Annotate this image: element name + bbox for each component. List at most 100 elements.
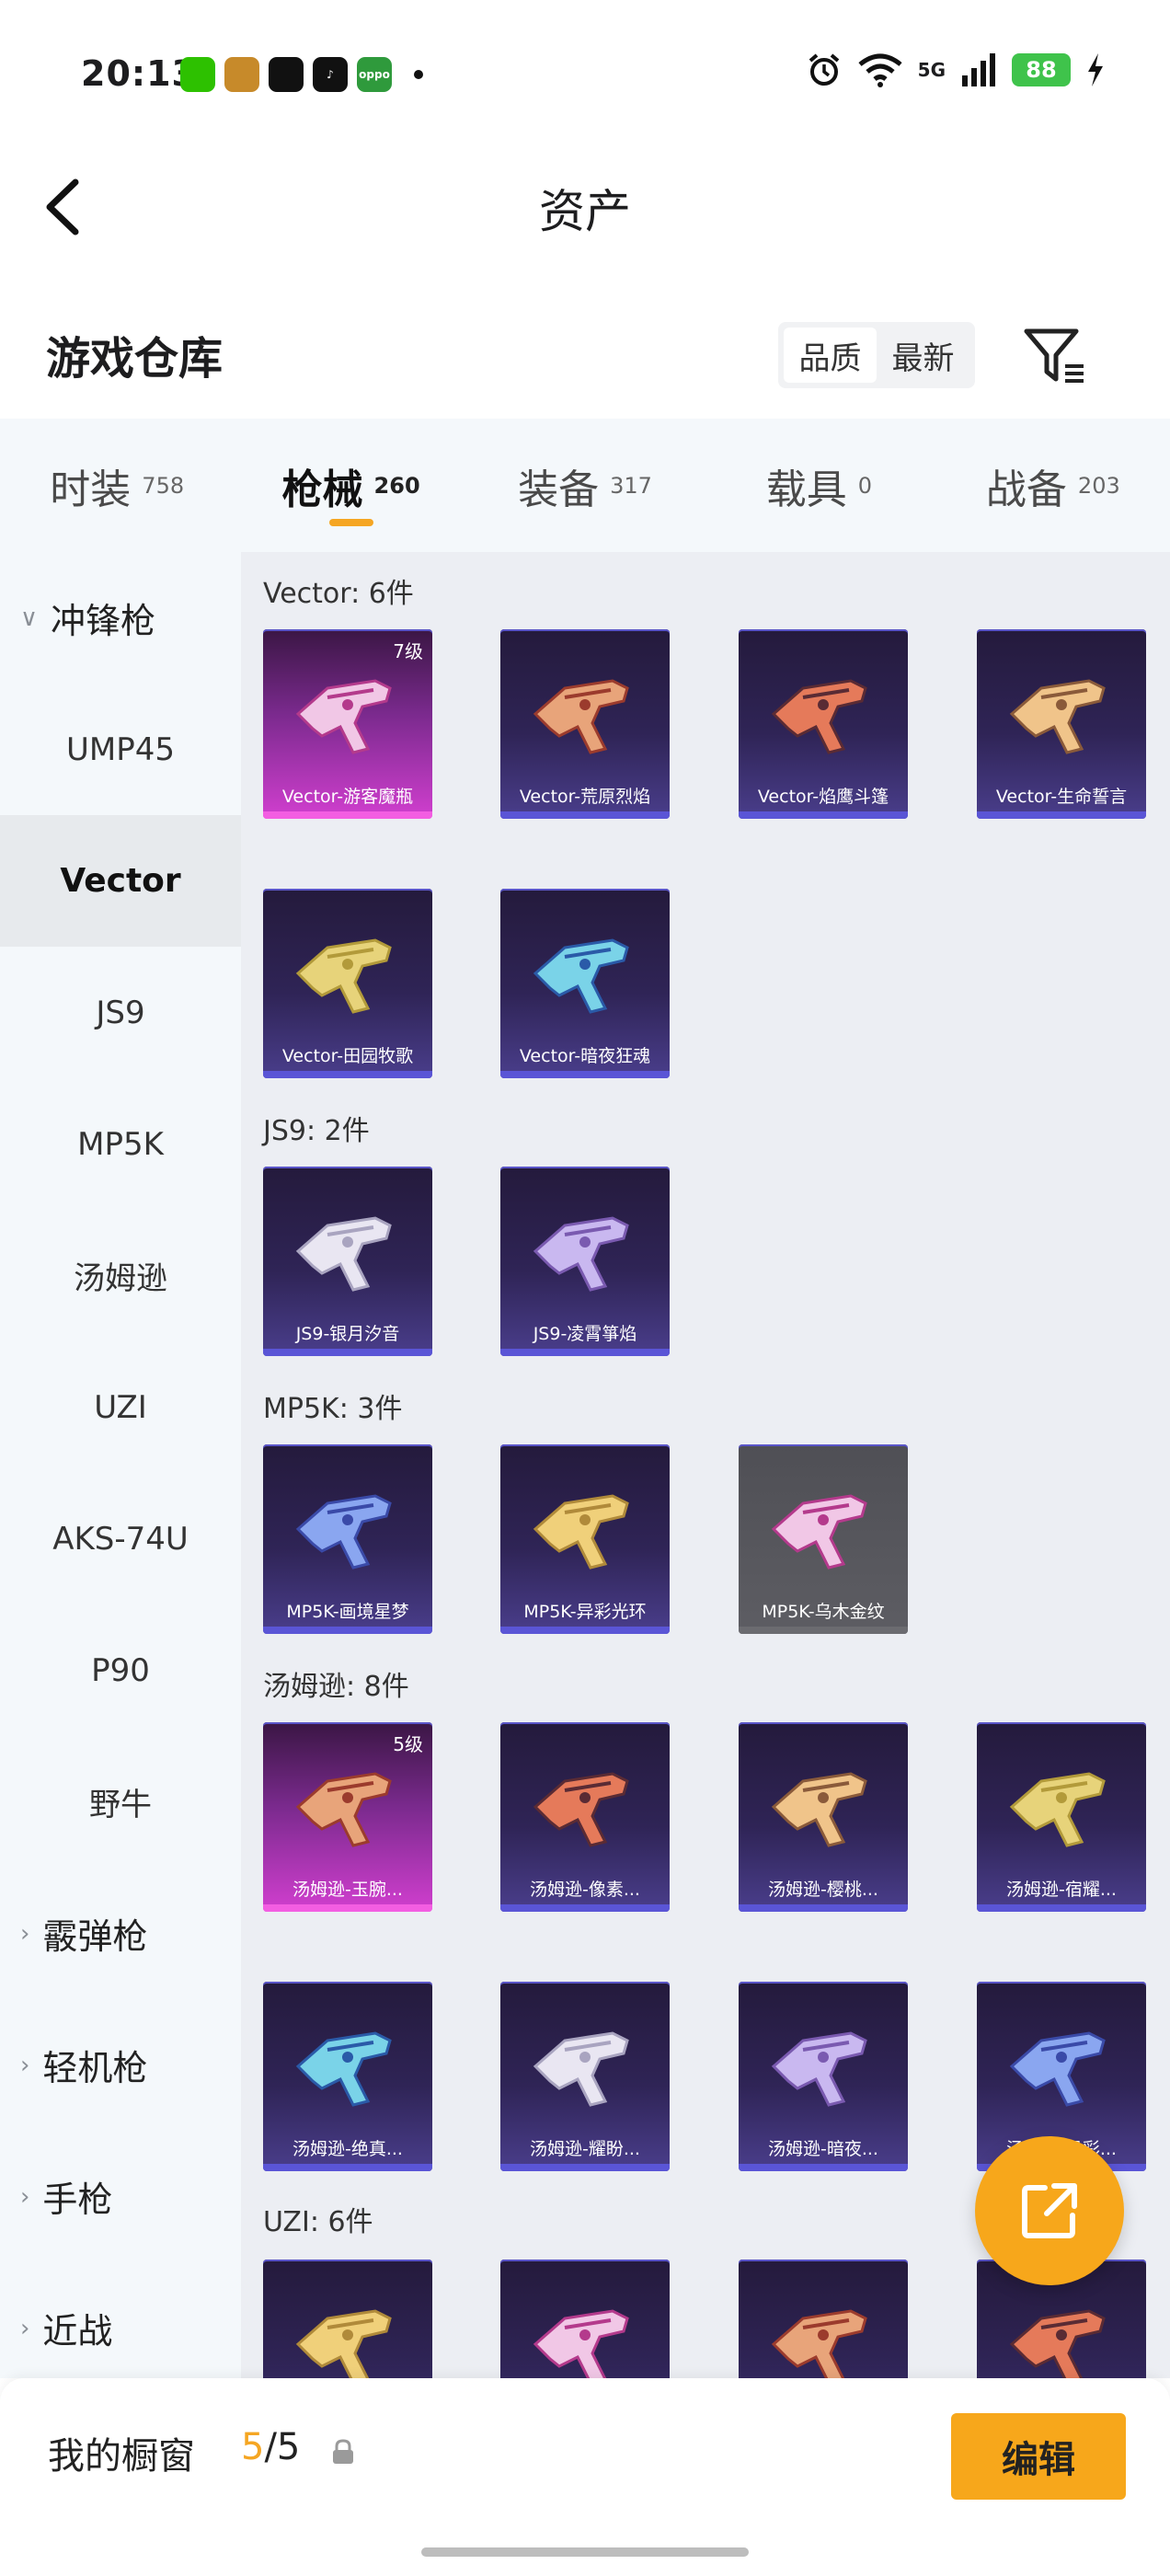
- weapon-skin-card[interactable]: Vector-暗夜狂魂: [500, 889, 670, 1078]
- showcase-count-current: 5: [241, 2426, 265, 2468]
- weapon-skin-card[interactable]: MP5K-异彩光环: [500, 1444, 670, 1634]
- tab-label: 枪械: [281, 466, 363, 513]
- sidebar-item[interactable]: 野牛: [0, 1736, 241, 1868]
- weapon-skin-card[interactable]: 汤姆逊-绝真...: [263, 1982, 432, 2171]
- weapon-skin-image: [295, 1216, 392, 1292]
- tab-count: 0: [857, 472, 873, 499]
- weapon-skin-card[interactable]: 汤姆逊-暗夜...: [739, 1982, 908, 2171]
- rarity-bar: [500, 1904, 670, 1912]
- tab-label: 战备: [985, 466, 1067, 513]
- tab-3[interactable]: 载具 0: [702, 419, 935, 552]
- weapon-skin-card[interactable]: Vector-荒原烈焰: [500, 629, 670, 819]
- sidebar-group[interactable]: › 近战: [0, 2262, 241, 2394]
- weapon-skin-card[interactable]: 5级 汤姆逊-玉腕...: [263, 1722, 432, 1912]
- weapon-skin-card[interactable]: JS9-银月汐音: [263, 1167, 432, 1356]
- section-label: 汤姆逊: 8件: [263, 1671, 409, 1703]
- tab-1[interactable]: 枪械 260: [234, 419, 467, 552]
- skin-name: JS9-银月汐音: [295, 1324, 400, 1344]
- weapon-skin-image: [533, 938, 629, 1014]
- edit-showcase-button[interactable]: 编辑: [951, 2413, 1126, 2500]
- notification-icons: ♪ oppo: [180, 57, 423, 92]
- sidebar-item[interactable]: UZI: [0, 1341, 241, 1473]
- rarity-bar: [739, 2164, 908, 2171]
- filter-icon[interactable]: [1023, 326, 1087, 386]
- rarity-bar: [263, 1071, 432, 1078]
- sidebar-item-label: 冲锋枪: [51, 601, 156, 641]
- weapon-skin-card[interactable]: [263, 2260, 432, 2378]
- weapon-skin-card[interactable]: MP5K-画境星梦: [263, 1444, 432, 1634]
- weapon-skin-card[interactable]: JS9-凌霄箏焰: [500, 1167, 670, 1356]
- tab-0[interactable]: 时装 758: [0, 419, 234, 552]
- category-tabs: 时装 758 枪械 260 装备 317 载具 0 战备 203: [0, 419, 1170, 552]
- tab-label: 装备: [518, 466, 600, 513]
- sidebar-item-label: UMP45: [66, 730, 175, 768]
- section-label: Vector: 6件: [263, 578, 414, 610]
- rarity-bar: [500, 811, 670, 819]
- weapon-skin-card[interactable]: Vector-田园牧歌: [263, 889, 432, 1078]
- battery-indicator: 88: [1012, 53, 1071, 86]
- share-external-icon: [1022, 2183, 1077, 2238]
- section-label: UZI: 6件: [263, 2206, 373, 2238]
- rarity-bar: [500, 1349, 670, 1356]
- sidebar-item-label: 近战: [42, 2311, 113, 2352]
- sidebar-item[interactable]: AKS-74U: [0, 1473, 241, 1604]
- sidebar-item[interactable]: P90: [0, 1604, 241, 1736]
- sidebar-item[interactable]: UMP45: [0, 684, 241, 815]
- skin-name: 汤姆逊-绝真...: [292, 2139, 403, 2159]
- weapon-skin-card[interactable]: MP5K-乌木金纹: [739, 1444, 908, 1634]
- weapon-skin-card[interactable]: 汤姆逊-樱桃...: [739, 1722, 908, 1912]
- weapon-skin-image: [771, 2031, 867, 2107]
- sidebar-item[interactable]: Vector: [0, 815, 241, 947]
- sidebar-group[interactable]: › 轻机枪: [0, 1999, 241, 2131]
- skin-name: Vector-生命誓言: [995, 787, 1128, 807]
- sort-toggle: 品质 最新: [778, 322, 975, 388]
- share-fab-button[interactable]: [975, 2136, 1124, 2285]
- sidebar-group[interactable]: › 霰弹枪: [0, 1868, 241, 1999]
- weapon-skin-card[interactable]: [739, 2260, 908, 2378]
- weapon-skin-image: [533, 679, 629, 754]
- weapon-skin-card[interactable]: [500, 2260, 670, 2378]
- rarity-bar: [263, 2164, 432, 2171]
- weapon-skin-card[interactable]: 汤姆逊-像素...: [500, 1722, 670, 1912]
- tab-count: 758: [142, 472, 185, 499]
- sort-by-quality-button[interactable]: 品质: [784, 328, 877, 383]
- tab-count: 317: [610, 472, 652, 499]
- weapon-skin-card[interactable]: Vector-焰鹰斗篷: [739, 629, 908, 819]
- weapon-skin-image: [533, 1772, 629, 1847]
- showcase-label: 我的橱窗: [48, 2435, 195, 2478]
- sidebar-item[interactable]: 汤姆逊: [0, 1210, 241, 1341]
- section-label: JS9: 2件: [263, 1115, 370, 1147]
- weapon-skin-card[interactable]: Vector-生命誓言: [977, 629, 1146, 819]
- sidebar-item-label: 手枪: [42, 2179, 113, 2220]
- home-indicator[interactable]: [421, 2547, 749, 2557]
- rarity-bar: [977, 1904, 1146, 1912]
- sidebar-item-label: Vector: [60, 862, 181, 900]
- sidebar-item[interactable]: JS9: [0, 947, 241, 1078]
- skin-name: 汤姆逊-像素...: [530, 1880, 640, 1900]
- showcase-footer: 我的橱窗 5/5 编辑: [0, 2378, 1170, 2576]
- sidebar-item-label: MP5K: [77, 1125, 164, 1163]
- skin-name: 汤姆逊-玉腕...: [292, 1880, 403, 1900]
- weapon-skin-card[interactable]: 汤姆逊-宿耀...: [977, 1722, 1146, 1912]
- sidebar-item[interactable]: MP5K: [0, 1078, 241, 1210]
- sidebar-group[interactable]: › 手枪: [0, 2131, 241, 2262]
- weapon-skin-image: [1009, 1772, 1106, 1847]
- tab-2[interactable]: 装备 317: [468, 419, 702, 552]
- weapon-skin-card[interactable]: 汤姆逊-耀盼...: [500, 1982, 670, 2171]
- rarity-bar: [739, 1627, 908, 1634]
- rarity-bar: [739, 1904, 908, 1912]
- tab-count: 260: [373, 472, 420, 499]
- weapon-skin-image: [533, 1494, 629, 1570]
- showcase-count-total: /5: [264, 2426, 301, 2468]
- tab-4[interactable]: 战备 203: [936, 419, 1170, 552]
- sidebar-group[interactable]: ∨ 冲锋枪: [0, 552, 241, 684]
- showcase-count: 5/5: [241, 2426, 300, 2468]
- sidebar-item-label: 汤姆逊: [74, 1260, 167, 1297]
- sort-by-newest-button[interactable]: 最新: [877, 328, 969, 383]
- sidebar-item-label: UZI: [94, 1388, 147, 1426]
- weapon-skin-card[interactable]: 7级 Vector-游客魔瓶: [263, 629, 432, 819]
- skin-name: MP5K-画境星梦: [286, 1602, 409, 1622]
- skin-name: JS9-凌霄箏焰: [533, 1324, 637, 1344]
- tab-count: 203: [1077, 472, 1120, 499]
- sidebar-item-label: 野牛: [89, 1787, 152, 1823]
